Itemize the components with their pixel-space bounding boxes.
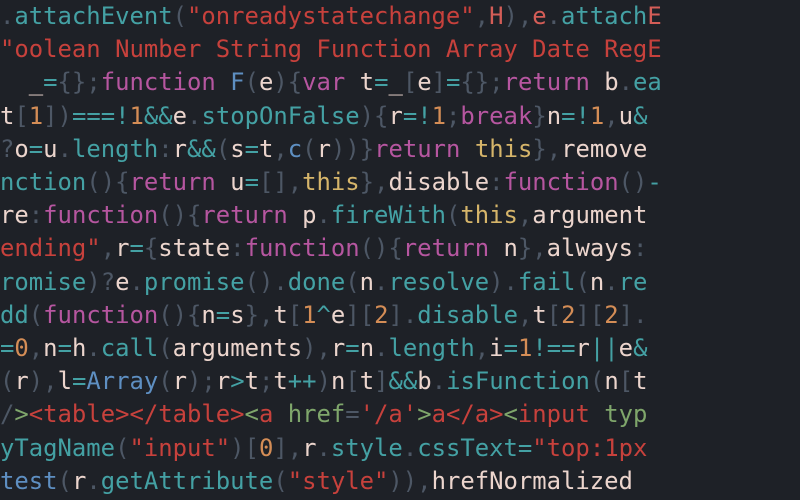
code-editor-content: .attachEvent("onreadystatechange",H),e.a…	[0, 0, 800, 498]
